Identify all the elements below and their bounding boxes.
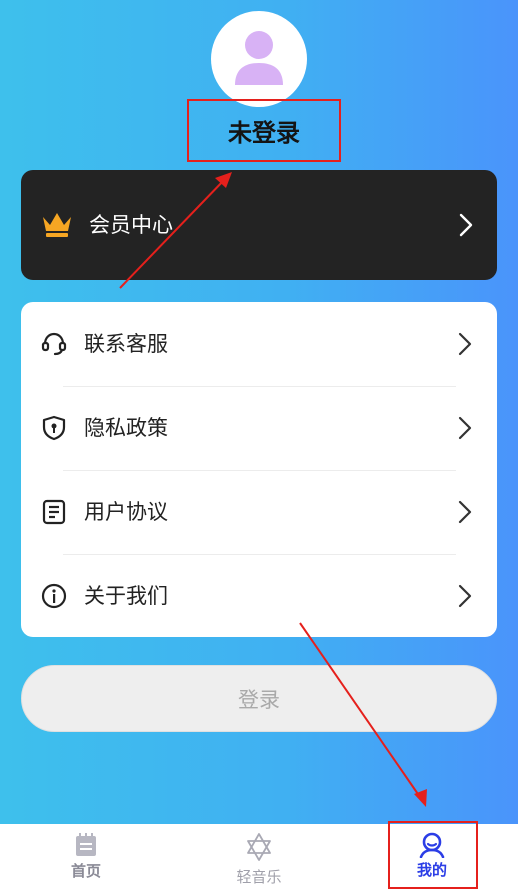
menu-item-user-agreement[interactable]: 用户协议	[21, 470, 497, 554]
menu-item-privacy-policy[interactable]: 隐私政策	[21, 386, 497, 470]
bottom-tab-bar: 首页 轻音乐 我的	[0, 824, 518, 891]
settings-menu-card: 联系客服 隐私政策 用户协议 关于我们	[21, 302, 497, 637]
chevron-right-icon	[459, 213, 473, 237]
user-icon	[419, 832, 445, 858]
chevron-right-icon	[458, 332, 472, 356]
crown-icon	[43, 213, 71, 237]
menu-item-label: 联系客服	[84, 332, 168, 356]
tab-label: 轻音乐	[236, 868, 282, 886]
star-icon	[247, 833, 271, 861]
tab-mine[interactable]: 我的	[382, 824, 482, 891]
chevron-right-icon	[458, 584, 472, 608]
document-icon	[42, 499, 66, 525]
menu-item-label: 用户协议	[84, 500, 168, 524]
tab-light-music[interactable]: 轻音乐	[209, 824, 309, 891]
notepad-icon	[76, 833, 96, 856]
annotation-arrowhead	[414, 789, 427, 807]
headset-icon	[41, 332, 67, 356]
tab-label: 首页	[70, 862, 101, 880]
tab-home[interactable]: 首页	[36, 824, 136, 891]
menu-item-customer-service[interactable]: 联系客服	[21, 302, 497, 386]
vip-center-label: 会员中心	[89, 213, 173, 237]
info-icon	[41, 583, 67, 609]
shield-icon	[42, 415, 66, 441]
avatar[interactable]	[211, 11, 307, 107]
chevron-right-icon	[458, 500, 472, 524]
menu-item-label: 关于我们	[84, 584, 168, 608]
login-button[interactable]: 登录	[21, 665, 497, 732]
username-label[interactable]: 未登录	[188, 100, 340, 161]
tab-label: 我的	[416, 861, 447, 879]
menu-item-about-us[interactable]: 关于我们	[21, 554, 497, 638]
chevron-right-icon	[458, 416, 472, 440]
menu-item-label: 隐私政策	[84, 416, 168, 440]
vip-center-card[interactable]: 会员中心	[21, 170, 497, 280]
user-avatar-icon	[235, 31, 283, 85]
